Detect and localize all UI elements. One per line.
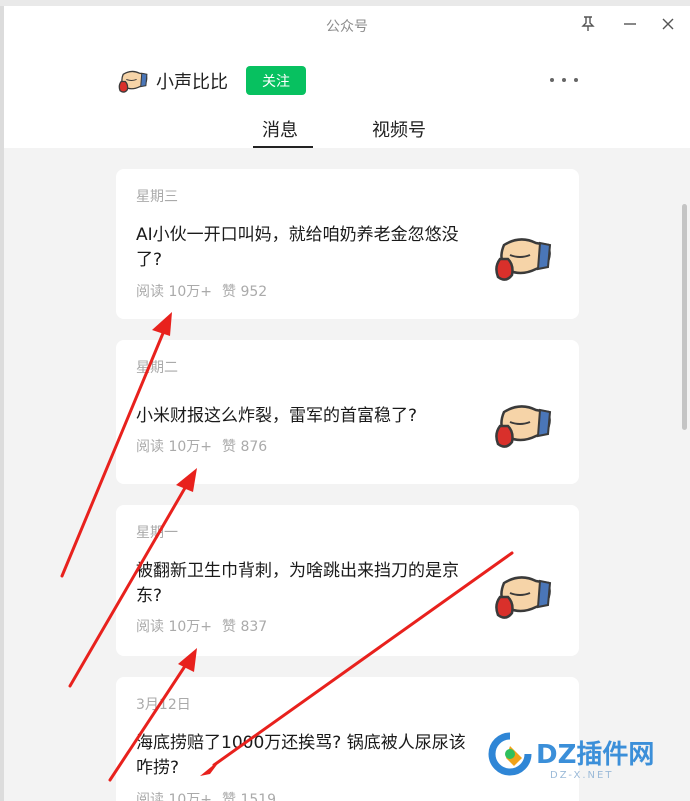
article-card[interactable]: 星期三 AI小伙一开口叫妈，就给咱奶养老金忽悠没了? 阅读 10万+ 赞 952: [116, 169, 579, 319]
like-count: 赞 876: [222, 439, 268, 455]
article-title[interactable]: 被翻新卫生巾背刺，为啥跳出来挡刀的是京东?: [136, 559, 476, 609]
post-date: 星期三: [136, 189, 178, 205]
article-title[interactable]: AI小伙一开口叫妈，就给咱奶养老金忽悠没了?: [136, 223, 476, 273]
article-title[interactable]: 小米财报这么炸裂，雷军的首富稳了?: [136, 404, 476, 429]
close-button[interactable]: [654, 10, 682, 38]
article-card[interactable]: 星期一 被翻新卫生巾背刺，为啥跳出来挡刀的是京东? 阅读 10万+ 赞 837: [116, 505, 579, 656]
watermark-sub: DZ-X.NET: [550, 770, 614, 781]
like-count: 赞 837: [222, 619, 268, 635]
like-count: 赞 952: [222, 284, 268, 300]
read-count: 阅读 10万+: [136, 284, 212, 300]
tongue-hand-icon[interactable]: [490, 563, 556, 629]
post-date: 3月12日: [136, 697, 191, 713]
title-bar: 公众号: [4, 6, 690, 44]
account-header: 小声比比 关注 消息 视频号: [4, 44, 690, 149]
article-stats: 阅读 10万+ 赞 876: [136, 436, 267, 456]
tongue-hand-icon[interactable]: [490, 392, 556, 458]
article-stats: 阅读 10万+ 赞 1519: [136, 789, 276, 801]
article-stats: 阅读 10万+ 赞 952: [136, 281, 267, 301]
close-icon: [662, 18, 674, 30]
pin-button[interactable]: [574, 10, 602, 38]
follow-button[interactable]: 关注: [246, 66, 306, 95]
feed-scrollbar[interactable]: [682, 204, 687, 430]
article-stats: 阅读 10万+ 赞 837: [136, 616, 267, 636]
tongue-hand-icon[interactable]: [490, 225, 556, 291]
tab-messages[interactable]: 消息: [262, 116, 298, 142]
account-name[interactable]: 小声比比: [156, 68, 228, 94]
avatar[interactable]: [116, 64, 150, 98]
post-date: 星期二: [136, 360, 178, 376]
read-count: 阅读 10万+: [136, 619, 212, 635]
like-count: 赞 1519: [222, 792, 277, 801]
watermark-logo-icon: [488, 732, 532, 776]
read-count: 阅读 10万+: [136, 439, 212, 455]
more-icon[interactable]: [550, 70, 578, 90]
article-title[interactable]: 海底捞赔了1000万还挨骂? 锅底被人尿尿该咋捞?: [136, 731, 476, 781]
minimize-button[interactable]: [616, 10, 644, 38]
watermark-text: DZ插件网: [536, 740, 655, 770]
site-watermark: DZ插件网 DZ-X.NET: [488, 726, 678, 786]
tab-video-channel[interactable]: 视频号: [372, 116, 426, 142]
article-card[interactable]: 星期二 小米财报这么炸裂，雷军的首富稳了? 阅读 10万+ 赞 876: [116, 340, 579, 484]
post-date: 星期一: [136, 525, 178, 541]
minimize-icon: [624, 23, 636, 25]
read-count: 阅读 10万+: [136, 792, 212, 801]
pin-icon: [581, 16, 595, 31]
message-feed[interactable]: 星期三 AI小伙一开口叫妈，就给咱奶养老金忽悠没了? 阅读 10万+ 赞 952 …: [4, 148, 690, 801]
